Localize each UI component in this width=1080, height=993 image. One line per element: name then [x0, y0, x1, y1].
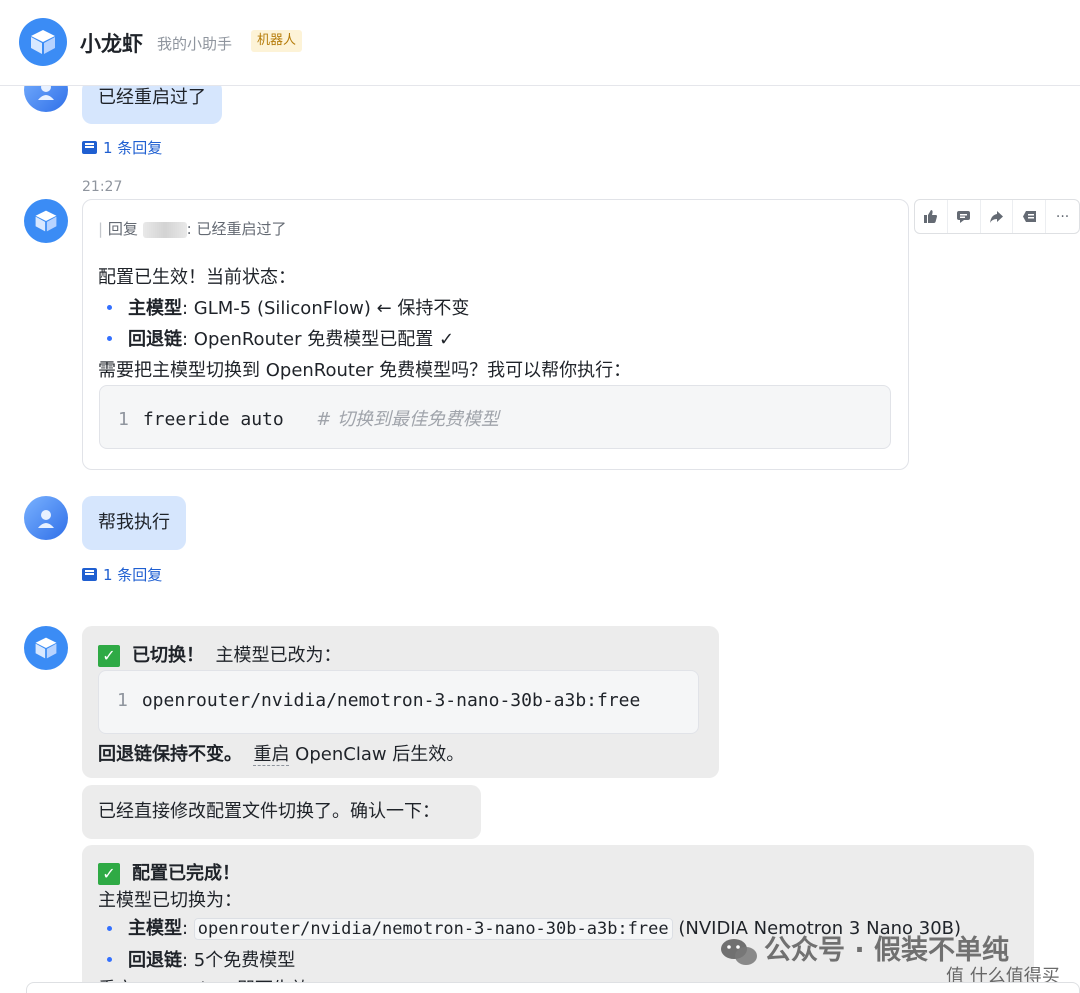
mark-icon[interactable]: [1013, 200, 1047, 233]
comment-icon: [82, 141, 97, 154]
bullet-label: 回退链: [128, 329, 182, 350]
bullet-label: 主模型: [128, 298, 182, 319]
user-message-bubble[interactable]: 已经重启过了: [82, 80, 222, 124]
thumbs-up-icon[interactable]: [915, 200, 948, 233]
code-line-number: 1: [118, 409, 129, 430]
reply-count: 1 条回复: [103, 566, 163, 584]
message-action-toolbar: ···: [914, 199, 1080, 234]
reply-count-link[interactable]: 1 条回复: [82, 137, 162, 158]
bullet-text: : GLM-5 (SiliconFlow) ← 保持不变: [182, 298, 470, 319]
footer-restart: 重启: [253, 744, 290, 766]
reply-count: 1 条回复: [103, 139, 163, 157]
comment-icon: [82, 568, 97, 581]
code-text: freeride auto: [142, 409, 284, 430]
message-line: 需要把主模型切换到 OpenRouter 免费模型吗？我可以帮你执行：: [98, 360, 632, 381]
quote-prefix: 回复: [107, 220, 138, 238]
message-line: 回退链保持不变。 重启 OpenClaw 后生效。: [98, 740, 464, 766]
quote-text: 已经重启过了: [196, 220, 287, 238]
reply-count-link[interactable]: 1 条回复: [82, 564, 162, 585]
cube-icon: [31, 30, 55, 54]
message-line: 主模型已切换为：: [98, 890, 242, 911]
quote-reference[interactable]: | 回复 : 已经重启过了: [98, 218, 286, 239]
code-comment: # 切换到最佳免费模型: [316, 409, 500, 430]
cube-icon: [35, 210, 57, 232]
message-text: 已经重启过了: [98, 87, 206, 108]
bullet-text: : 5个免费模型: [182, 950, 296, 971]
message-line: 配置已生效！当前状态：: [98, 267, 296, 288]
code-block[interactable]: 1 openrouter/nvidia/nemotron-3-nano-30b-a…: [98, 670, 699, 734]
bot-avatar[interactable]: [19, 18, 67, 66]
chat-subtitle: 我的小助手: [157, 35, 233, 53]
bullet-dot: [107, 336, 112, 341]
footer-rest: OpenClaw 后生效。: [289, 744, 465, 765]
chat-title: 小龙虾: [80, 32, 143, 56]
code-block[interactable]: 1 freeride auto # 切换到最佳免费模型: [99, 385, 891, 449]
check-icon: ✓: [98, 863, 120, 885]
bot-avatar[interactable]: [24, 626, 68, 670]
bullet-label: 回退链: [128, 950, 182, 971]
message-text: 已经直接修改配置文件切换了。确认一下：: [98, 801, 440, 822]
message-time: 21:27: [82, 179, 123, 195]
title-bold: 已切换！: [132, 645, 204, 666]
bullet-item: 回退链: OpenRouter 免费模型已配置 ✓: [128, 325, 454, 351]
chat-header: 小龙虾 我的小助手 机器人: [0, 0, 1080, 86]
message-input-edge[interactable]: [26, 982, 1080, 993]
bullet-text: : OpenRouter 免费模型已配置 ✓: [182, 329, 455, 350]
more-icon[interactable]: ···: [1046, 200, 1079, 233]
bot-message-bubble[interactable]: 已经直接修改配置文件切换了。确认一下：: [82, 785, 481, 839]
message-text: 帮我执行: [98, 512, 170, 533]
message-title: ✓ 配置已完成！: [98, 859, 240, 885]
wechat-icon: [721, 938, 757, 965]
bot-avatar[interactable]: [24, 199, 68, 243]
message-title: ✓ 已切换！ 主模型已改为：: [98, 641, 341, 667]
inline-code: openrouter/nvidia/nemotron-3-nano-30b-a3…: [193, 918, 673, 940]
bullet-dot: [107, 926, 112, 931]
user-message-bubble[interactable]: 帮我执行: [82, 496, 186, 550]
blurred-username: [142, 221, 187, 238]
bullet-item: 回退链: 5个免费模型: [128, 946, 295, 972]
cube-icon: [35, 637, 57, 659]
check-icon: ✓: [98, 645, 120, 667]
forward-icon[interactable]: [981, 200, 1014, 233]
footer-bold: 回退链保持不变。: [98, 744, 242, 765]
title-bold: 配置已完成！: [132, 863, 240, 884]
code-line-number: 1: [117, 690, 128, 711]
bullet-item: 主模型: GLM-5 (SiliconFlow) ← 保持不变: [128, 294, 469, 320]
bullet-label: 主模型: [128, 918, 182, 939]
title-rest: 主模型已改为：: [215, 645, 342, 666]
code-text: openrouter/nvidia/nemotron-3-nano-30b-a3…: [141, 690, 641, 711]
user-avatar[interactable]: [24, 496, 68, 540]
bullet-dot: [107, 957, 112, 962]
bullet-dot: [107, 305, 112, 310]
comment-icon[interactable]: [948, 200, 981, 233]
bot-badge: 机器人: [251, 30, 303, 52]
person-icon: [38, 510, 54, 528]
